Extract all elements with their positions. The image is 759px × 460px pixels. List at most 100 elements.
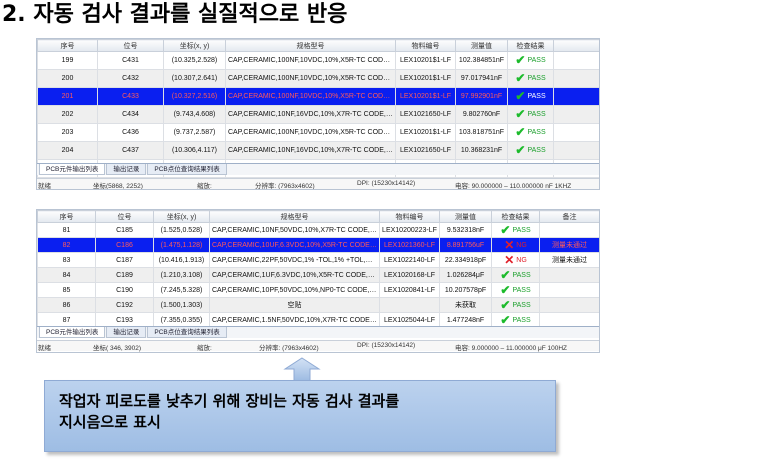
column-header-coord[interactable]: 坐标(x, y) (153, 210, 210, 223)
cell-no: 86 (37, 297, 96, 313)
column-header-part[interactable]: 物料编号 (395, 39, 456, 52)
table-row[interactable]: 199 C431 (10.325,2.528) CAP,CERAMIC,100NF,1… (37, 51, 599, 70)
result-indicator: ✔PASS (515, 143, 546, 157)
column-header-result[interactable]: 检查结果 (491, 210, 540, 223)
result-indicator: ✔PASS (515, 72, 545, 84)
cell-no: 84 (37, 267, 96, 283)
table-row[interactable]: 201 C433 (10.327,2.516) CAP,CERAMIC,100NF,1… (37, 87, 599, 106)
cell-part: LEX10200223-LF (379, 222, 440, 238)
table-row[interactable]: 82 C186 (1.475,1.128) CAP,CERAMIC,10UF,6.3V… (37, 237, 599, 253)
table-row[interactable]: 84 C189 (1.210,3.108) CAP,CERAMIC,1UF,6.3VD… (37, 267, 599, 283)
table-row[interactable]: 85 C190 (7.245,5.328) CAP,CERAMIC,10PF,50VD… (37, 282, 599, 298)
cell-coord: (10.327,2.516) (163, 87, 226, 106)
cell-value: 103.818751nF (455, 123, 508, 142)
cell-remark (539, 222, 599, 238)
bottom-tabs-1: PCB元件输出列表 输出记录 PCB点位查询结果列表 (37, 163, 599, 175)
cell-coord: (10.307,2.641) (163, 69, 226, 88)
cell-spec: CAP,CERAMIC,100NF,10VDC,10%,X5R-TC CODE,… (225, 123, 396, 142)
table-row[interactable]: 81 C185 (1.525,0.528) CAP,CERAMIC,10NF,50VD… (37, 222, 599, 238)
check-icon: ✔ (500, 282, 511, 297)
callout-line-1: 작업자 피로도를 낮추기 위해 장비는 자동 검사 결과를 (59, 392, 400, 410)
cell-ref: C434 (97, 105, 164, 124)
tab-output-log[interactable]: 输出记录 (106, 327, 147, 338)
column-header-ref[interactable]: 位号 (97, 39, 164, 52)
results-table-1: 序号 位号 坐标(x, y) 规格型号 物料编号 测量值 检查结果 199 C43… (37, 39, 599, 178)
result-cell: ✕ NG (491, 252, 540, 268)
column-header-part[interactable]: 物料编号 (379, 210, 440, 223)
result-label: PASS (512, 271, 531, 279)
table-row[interactable]: 202 C434 (9.743,4.608) CAP,CERAMIC,10NF,16V… (37, 105, 599, 124)
column-header-value[interactable]: 测量值 (439, 210, 492, 223)
tab-point-query[interactable]: PCB点位查询结果列表 (147, 164, 227, 175)
cell-part (379, 297, 440, 313)
cross-icon: ✕ (504, 237, 515, 252)
result-indicator: ✔PASS (515, 125, 545, 139)
cell-empty (553, 105, 599, 124)
check-icon: ✔ (515, 53, 526, 67)
cell-value: 10.368231nF (455, 141, 508, 160)
status-label: 就绪 (38, 345, 51, 352)
page-title: 2. 자동 검사 결과를 실질적으로 반응 (2, 2, 348, 27)
result-cell: ✔PASS (507, 87, 554, 106)
result-label: PASS (527, 147, 546, 154)
result-indicator: ✔PASS (500, 224, 530, 236)
cell-part: LEX10201$1-LF (395, 123, 456, 142)
cell-coord: (7.245,5.328) (153, 282, 210, 298)
result-cell: ✔PASS (491, 267, 540, 283)
result-label: PASS (527, 57, 546, 64)
status-label: 就绪 (38, 183, 51, 190)
column-header-no[interactable]: 序号 (37, 39, 98, 52)
column-header-coord[interactable]: 坐标(x, y) (163, 39, 226, 52)
result-label: PASS (512, 316, 531, 324)
cell-spec: CAP,CERAMIC,10NF,16VDC,10%,X7R-TC CODE,-… (225, 141, 396, 160)
check-icon: ✔ (515, 125, 526, 139)
table-row[interactable]: 200 C432 (10.307,2.641) CAP,CERAMIC,100NF,1… (37, 69, 599, 88)
tab-component-list[interactable]: PCB元件输出列表 (39, 164, 106, 175)
check-icon: ✔ (515, 143, 526, 157)
tab-point-query[interactable]: PCB点位查询结果列表 (147, 327, 227, 338)
result-indicator: ✔PASS (500, 282, 531, 297)
cell-value: 9.802760nF (455, 105, 508, 124)
cell-spec: CAP,CERAMIC,1UF,6.3VDC,10%,X5R-TC CODE,-… (209, 267, 380, 283)
cell-coord: (1.210,3.108) (153, 267, 210, 283)
cell-coord: (1.525,0.528) (153, 222, 210, 238)
result-indicator: ✔PASS (500, 267, 531, 282)
column-header-value[interactable]: 测量值 (455, 39, 508, 52)
cell-ref: C431 (97, 51, 164, 70)
cross-icon: ✕ (504, 252, 515, 267)
column-header-empty (553, 39, 599, 52)
result-cell: ✔PASS (507, 141, 554, 160)
cell-part: LEX1021650-LF (395, 105, 456, 124)
column-header-ref[interactable]: 位号 (95, 210, 154, 223)
cell-part: LEX1020841-LF (379, 282, 440, 298)
column-header-result[interactable]: 检查结果 (507, 39, 554, 52)
table-row[interactable]: 204 C437 (10.306,4.117) CAP,CERAMIC,10NF,16… (37, 141, 599, 160)
result-cell: ✔PASS (491, 297, 540, 313)
result-label: NG (516, 241, 527, 249)
column-header-remark[interactable]: 备注 (539, 210, 599, 223)
column-header-spec[interactable]: 规格型号 (209, 210, 380, 223)
table-row[interactable]: 203 C436 (9.737,2.587) CAP,CERAMIC,100NF,10… (37, 123, 599, 142)
table-row[interactable]: 83 C187 (10.416,1.913) CAP,CERAMIC,22PF,50V… (37, 252, 599, 268)
column-header-no[interactable]: 序号 (37, 210, 96, 223)
cell-ref: C189 (95, 267, 154, 283)
cell-value: 8.891756uF (439, 237, 492, 253)
cell-no: 204 (37, 141, 98, 160)
status-resolution: 分辨率: (7963x4602) (259, 345, 319, 352)
tab-output-log[interactable]: 输出记录 (106, 164, 147, 175)
cell-coord: (9.737,2.587) (163, 123, 226, 142)
cell-value: 22.334918pF (439, 252, 492, 268)
result-label: PASS (512, 286, 531, 294)
table-row[interactable]: 86 C192 (1.500,1.303) 空贴 未获取 ✔ PASS (37, 297, 599, 313)
column-header-spec[interactable]: 规格型号 (225, 39, 396, 52)
cell-ref: C433 (97, 87, 164, 106)
tab-component-list[interactable]: PCB元件输出列表 (39, 327, 106, 338)
result-label: PASS (512, 301, 531, 309)
cell-spec: CAP,CERAMIC,22PF,50VDC,1% -TOL,1% +TOL,C… (209, 252, 380, 268)
cell-spec: CAP,CERAMIC,100NF,10VDC,10%,X5R-TC CODE,… (225, 51, 396, 70)
check-icon: ✔ (500, 297, 511, 312)
cell-part: LEX1021360-LF (379, 237, 440, 253)
check-icon: ✔ (500, 267, 511, 282)
result-cell: ✔PASS (507, 69, 554, 88)
result-indicator: ✔PASS (500, 314, 531, 326)
